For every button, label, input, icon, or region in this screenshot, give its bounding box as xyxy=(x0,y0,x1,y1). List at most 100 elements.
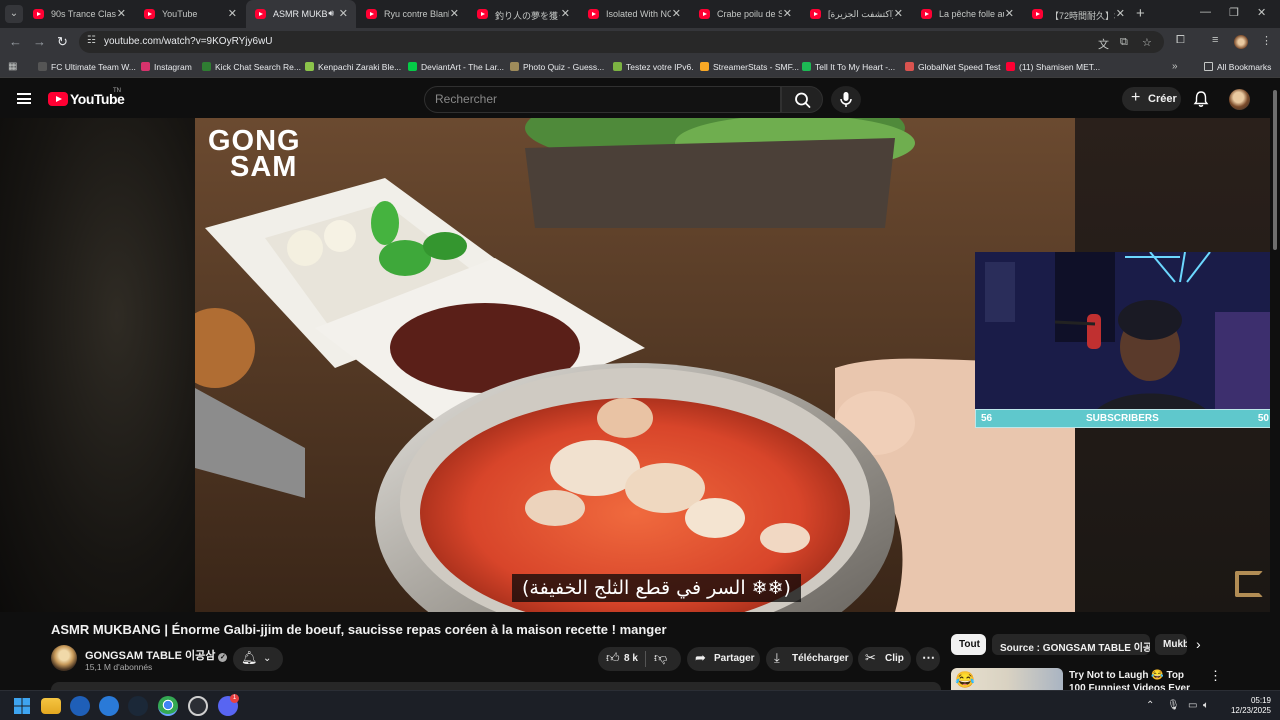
notifications-bell-icon[interactable] xyxy=(1192,90,1210,108)
close-window-button[interactable]: ✕ xyxy=(1257,6,1266,19)
all-bookmarks-button[interactable]: All Bookmarks xyxy=(1204,62,1271,72)
chip-mukbang-label: Mukbang xyxy=(1163,639,1187,650)
browser-tab[interactable]: Isolated With NO ✕ xyxy=(579,0,689,28)
tab-audio-icon[interactable]: 🔊︎ xyxy=(328,8,334,19)
recommended-title[interactable]: Try Not to Laugh 😂 Top 100 Funniest Vide… xyxy=(1069,669,1199,691)
video-frame[interactable]: GONG SAM (السر في قطع الثلج الخفيفة ❄❄) xyxy=(195,118,1075,612)
more-bookmarks-icon[interactable]: » xyxy=(1172,61,1178,72)
apps-grid-icon[interactable]: ▦ xyxy=(8,61,17,72)
bookmarks-bar: ▦ FC Ultimate Team W... Instagram Kick Cha… xyxy=(0,56,1280,78)
tab-close-icon[interactable]: ✕ xyxy=(450,7,459,20)
restore-button[interactable]: ❐ xyxy=(1229,6,1239,19)
tab-close-icon[interactable]: ✕ xyxy=(1005,7,1014,20)
file-explorer-icon[interactable] xyxy=(41,698,61,714)
bookmark-item[interactable]: DeviantArt - The Lar... xyxy=(408,62,504,72)
bookmark-favicon-icon xyxy=(802,62,811,71)
chip-all[interactable]: Tout xyxy=(951,634,986,655)
chip-source[interactable]: Source : GONGSAM TABLE 이공삼 xyxy=(992,634,1150,655)
forward-button[interactable]: → xyxy=(33,34,46,49)
bookmark-item[interactable]: (11) Shamisen MET... xyxy=(1006,62,1100,72)
chips-next-icon[interactable]: › xyxy=(1196,636,1201,652)
like-icon[interactable]: 👍︎ xyxy=(606,650,620,666)
dislike-icon[interactable]: 👎︎ xyxy=(654,650,667,666)
bookmark-item[interactable]: FC Ultimate Team W... xyxy=(38,62,136,72)
bookmark-item[interactable]: Testez votre IPv6. xyxy=(613,62,694,72)
media-control-icon[interactable]: ≡ xyxy=(1212,34,1218,46)
clip-button[interactable]: ✂ Clip xyxy=(858,647,911,671)
tab-close-icon[interactable]: ✕ xyxy=(228,7,237,20)
account-avatar[interactable] xyxy=(1229,89,1250,110)
tab-search-button[interactable]: ⌄ xyxy=(5,5,23,23)
reload-button[interactable]: ↻ xyxy=(57,34,68,50)
bookmark-item[interactable]: Kenpachi Zaraki Ble... xyxy=(305,62,401,72)
tab-close-icon[interactable]: ✕ xyxy=(561,7,570,20)
bookmark-item[interactable]: Instagram xyxy=(141,62,192,72)
subscribed-bell-button[interactable]: 🔔︎ ⌄ xyxy=(233,647,283,671)
tray-display-icon[interactable]: ▭ xyxy=(1188,700,1197,711)
more-actions-button[interactable]: ⋯ xyxy=(916,647,940,671)
chip-mukbang[interactable]: Mukbang xyxy=(1155,634,1187,655)
browser-tab[interactable]: 【72時間耐久】3泊✕ xyxy=(1023,0,1133,28)
create-button[interactable]: + Créer xyxy=(1122,87,1181,111)
minimize-button[interactable]: — xyxy=(1200,6,1211,18)
translate-icon[interactable]: 文 xyxy=(1098,36,1109,52)
browser-tab[interactable]: YouTube ✕ xyxy=(135,0,245,28)
tab-close-icon[interactable]: ✕ xyxy=(339,7,348,20)
bookmark-item[interactable]: Tell It To My Heart -... xyxy=(802,62,895,72)
browser-tab[interactable]: [اكتشفت الجزيرة] ا✕ xyxy=(801,0,911,28)
back-button[interactable]: ← xyxy=(9,34,22,49)
profile-avatar[interactable] xyxy=(1234,35,1248,49)
browser-tab[interactable]: ASMR MUKB 🔊︎ ✕ xyxy=(246,0,356,28)
like-count[interactable]: 8 k xyxy=(624,653,638,664)
tab-close-icon[interactable]: ✕ xyxy=(672,7,681,20)
site-info-icon[interactable]: ☷ xyxy=(87,35,96,46)
bookmark-item[interactable]: Kick Chat Search Re... xyxy=(202,62,301,72)
bookmark-label: StreamerStats - SMF... xyxy=(713,62,799,72)
guide-menu-icon[interactable] xyxy=(17,93,31,104)
share-button[interactable]: ➦ Partager xyxy=(687,647,760,671)
bookmark-item[interactable]: StreamerStats - SMF... xyxy=(700,62,799,72)
extensions-icon[interactable]: ⧠ xyxy=(1176,34,1185,47)
mail-icon[interactable] xyxy=(70,696,90,716)
tab-close-icon[interactable]: ✕ xyxy=(783,7,792,20)
recommended-menu-icon[interactable]: ⋮ xyxy=(1209,668,1222,684)
address-bar[interactable]: ☷ youtube.com/watch?v=9KOyRYjy6wU 文 ⧉ ☆ xyxy=(79,31,1164,53)
bookmark-star-icon[interactable]: ☆ xyxy=(1142,36,1152,49)
download-button[interactable]: ⤓ Télécharger xyxy=(766,647,853,671)
steam-icon[interactable] xyxy=(128,696,148,716)
scrollbar-thumb[interactable] xyxy=(1273,90,1277,250)
tab-close-icon[interactable]: ✕ xyxy=(117,7,126,20)
tab-close-icon[interactable]: ✕ xyxy=(1116,7,1125,20)
install-app-icon[interactable]: ⧉ xyxy=(1120,36,1128,49)
tray-expand-icon[interactable]: ⌃ xyxy=(1146,700,1154,711)
youtube-favicon-icon xyxy=(144,9,155,19)
new-tab-button[interactable]: + xyxy=(1136,5,1145,22)
search-input[interactable] xyxy=(435,92,765,106)
browser-menu-icon[interactable]: ⋮ xyxy=(1261,34,1272,47)
system-clock[interactable]: 05:19 12/23/2025 xyxy=(1221,696,1271,716)
download-icon: ⤓ xyxy=(774,650,780,665)
browser-tab[interactable]: 90s Trance Classic✕ xyxy=(24,0,134,28)
tray-mic-icon[interactable]: 🎙︎ xyxy=(1167,700,1180,711)
browser-tab[interactable]: Ryu contre Blanka✕ xyxy=(357,0,467,28)
bookmark-item[interactable]: Photo Quiz - Guess... xyxy=(510,62,604,72)
browser-tab[interactable]: 釣り人の夢を獲った✕ xyxy=(468,0,578,28)
channel-avatar[interactable] xyxy=(51,645,77,671)
chrome-icon[interactable] xyxy=(158,696,178,716)
youtube-logo-icon[interactable] xyxy=(48,92,68,106)
windows-start-icon[interactable] xyxy=(12,696,32,716)
tab-close-icon[interactable]: ✕ xyxy=(894,7,903,20)
description-box[interactable] xyxy=(51,682,941,690)
tray-volume-icon[interactable]: 🔈︎ xyxy=(1203,700,1209,711)
bookmark-favicon-icon xyxy=(408,62,417,71)
browser-tab[interactable]: Crabe poilu de Sa ✕ xyxy=(690,0,800,28)
page-scrollbar[interactable] xyxy=(1270,80,1280,690)
search-button[interactable] xyxy=(781,86,823,113)
recommended-thumbnail[interactable]: 😂 xyxy=(951,668,1063,690)
overlay-app-icon[interactable] xyxy=(188,696,208,716)
channel-name[interactable]: GONGSAM TABLE 이공삼 ✓ xyxy=(85,647,228,663)
browser-tab[interactable]: La pêche folle au ✕ xyxy=(912,0,1022,28)
voice-search-button[interactable] xyxy=(831,86,861,113)
edge-icon[interactable] xyxy=(99,696,119,716)
bookmark-item[interactable]: GlobalNet Speed Test xyxy=(905,62,1001,72)
